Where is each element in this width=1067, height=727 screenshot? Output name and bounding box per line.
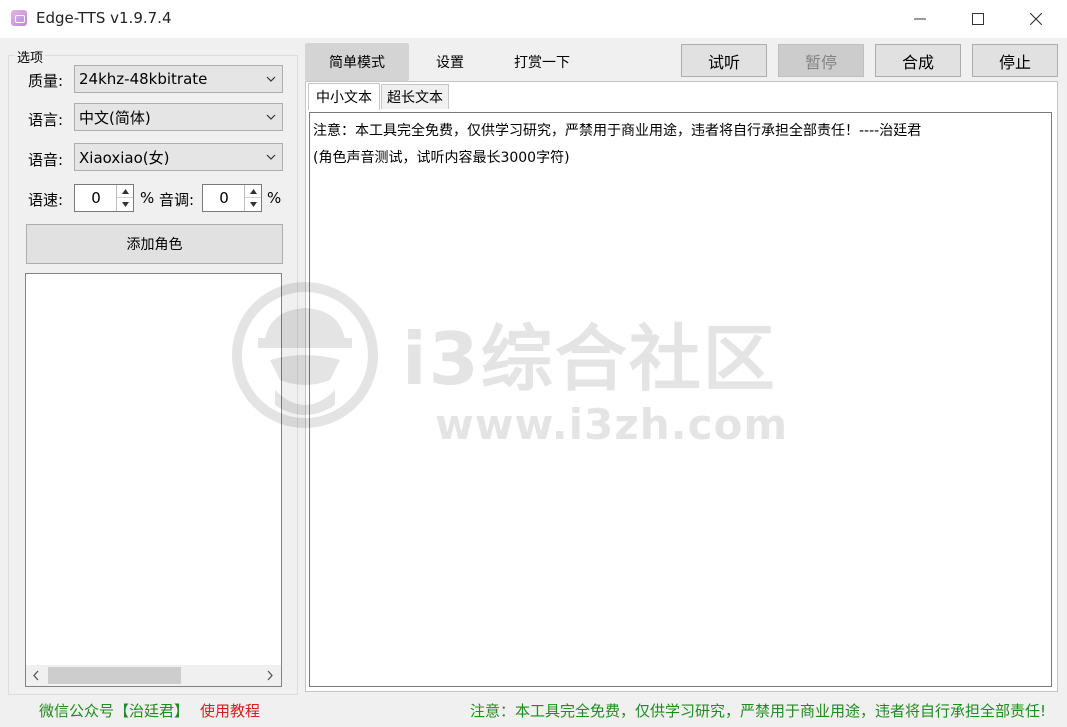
quality-label: 质量: [28,72,64,90]
chevron-down-icon [266,76,276,82]
text-editor[interactable]: 注意：本工具完全免费，仅供学习研究，严禁用于商业用途，违者将自行承担全部责任！-… [309,112,1052,687]
tab-settings[interactable]: 设置 [420,43,480,81]
stop-button[interactable]: 停止 [972,44,1058,77]
pitch-spinbox[interactable]: 0 [202,184,262,212]
add-role-button[interactable]: 添加角色 [26,224,283,264]
arrow-up-icon [249,188,257,194]
voice-select[interactable]: Xiaoxiao(女) [74,143,283,171]
wechat-link[interactable]: 微信公众号【治廷君】 [39,700,189,721]
minimize-icon [914,18,926,20]
pitch-unit: % [267,189,282,207]
pitch-label: 音调: [159,191,195,209]
scroll-left-icon[interactable] [32,670,40,681]
options-legend: 选项 [15,47,46,66]
pitch-increase-button[interactable] [245,185,261,198]
language-value: 中文(简体) [79,108,151,127]
synthesize-button[interactable]: 合成 [875,44,961,77]
rate-spin-buttons [116,185,133,211]
arrow-up-icon [121,188,129,194]
window-title: Edge-TTS v1.9.7.4 [36,9,172,27]
language-label: 语言: [28,111,64,129]
maximize-button[interactable] [949,0,1007,38]
pitch-value: 0 [219,189,229,207]
arrow-down-icon [249,202,257,207]
quality-value: 24khz-48kbitrate [79,70,208,88]
title-bar: Edge-TTS v1.9.7.4 [0,0,1067,38]
app-icon [11,10,27,26]
rate-unit: % [140,189,155,207]
pitch-decrease-button[interactable] [245,198,261,211]
rate-spinbox[interactable]: 0 [74,184,134,212]
pause-button[interactable]: 暂停 [778,44,864,77]
tab-donate[interactable]: 打赏一下 [497,43,587,81]
voice-label: 语音: [28,151,64,169]
quality-select[interactable]: 24khz-48kbitrate [74,65,283,93]
editor-line-1: 注意：本工具完全免费，仅供学习研究，严禁用于商业用途，违者将自行承担全部责任！-… [313,123,922,139]
horizontal-scrollbar[interactable] [26,665,281,686]
tab-long-text[interactable]: 超长文本 [381,84,449,109]
role-list[interactable] [25,273,282,687]
close-icon [1030,13,1042,25]
editor-line-2: (角色声音测试，试听内容最长3000字符) [313,150,570,166]
footer-notice: 注意：本工具完全免费，仅供学习研究，严禁用于商业用途，违者将自行承担全部责任! [470,702,1047,720]
scroll-right-icon[interactable] [266,670,274,681]
preview-button[interactable]: 试听 [681,44,767,77]
chevron-down-icon [266,154,276,160]
close-button[interactable] [1007,0,1065,38]
rate-value: 0 [91,189,101,207]
tab-short-text[interactable]: 中小文本 [308,83,380,110]
tutorial-link[interactable]: 使用教程 [200,700,260,721]
rate-decrease-button[interactable] [117,198,133,211]
scrollbar-thumb[interactable] [48,667,181,684]
arrow-down-icon [121,202,129,207]
rate-label: 语速: [28,191,64,209]
pitch-spin-buttons [244,185,261,211]
chevron-down-icon [266,114,276,120]
language-select[interactable]: 中文(简体) [74,103,283,131]
minimize-button[interactable] [891,0,949,38]
rate-increase-button[interactable] [117,185,133,198]
tab-simple-mode[interactable]: 简单模式 [305,43,409,81]
voice-value: Xiaoxiao(女) [79,148,170,167]
maximize-icon [972,13,984,25]
